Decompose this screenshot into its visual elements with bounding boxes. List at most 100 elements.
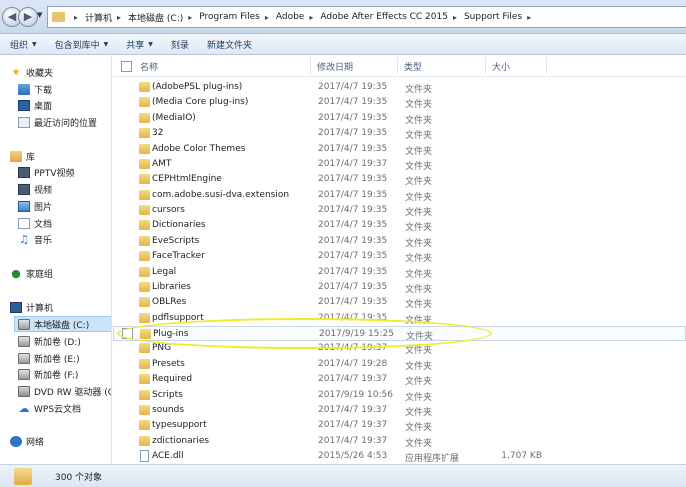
- file-row[interactable]: ACE.dll 2015/5/26 4:53 应用程序扩展 1,707 KB: [113, 449, 686, 464]
- file-row[interactable]: pdflsupport 2017/4/7 19:35 文件夹: [113, 311, 686, 326]
- nav-pptv[interactable]: PPTV视频: [18, 164, 111, 180]
- file-row[interactable]: Adobe Color Themes 2017/4/7 19:35 文件夹: [113, 142, 686, 157]
- organize-button[interactable]: 组织 ▼: [10, 38, 37, 51]
- chevron-right-icon[interactable]: ▸: [117, 13, 121, 22]
- forward-button[interactable]: ▶: [18, 7, 38, 27]
- file-name: FaceTracker: [152, 251, 205, 262]
- file-date: 2017/4/7 19:35: [318, 82, 388, 92]
- file-row[interactable]: Legal 2017/4/7 19:35 文件夹: [113, 265, 686, 280]
- select-all-checkbox[interactable]: [121, 61, 132, 72]
- file-date: 2017/4/7 19:35: [318, 112, 388, 123]
- nav-wps-cloud[interactable]: ☁ WPS云文档: [18, 400, 111, 416]
- chevron-right-icon[interactable]: ▸: [265, 13, 269, 22]
- file-row[interactable]: com.adobe.susi-dva.extension 2017/4/7 19:…: [113, 188, 686, 203]
- nav-drive-c[interactable]: 本地磁盘 (C:): [14, 316, 111, 332]
- column-divider[interactable]: [397, 57, 398, 74]
- column-header-size[interactable]: 大小: [492, 60, 510, 73]
- organize-label: 组织: [10, 40, 29, 51]
- chevron-down-icon: ▼: [103, 40, 109, 48]
- breadcrumb-item[interactable]: Adobe ▸: [276, 12, 320, 22]
- nav-drive-e[interactable]: 新加卷 (E:): [18, 350, 111, 366]
- folder-icon: [139, 112, 150, 123]
- nav-documents[interactable]: 文档: [18, 215, 111, 231]
- row-checkbox[interactable]: [122, 328, 133, 340]
- new-folder-label: 新建文件夹: [206, 40, 252, 51]
- column-divider[interactable]: [546, 57, 547, 74]
- file-row[interactable]: Scripts 2017/9/19 10:56 文件夹: [113, 388, 686, 403]
- new-folder-button[interactable]: 新建文件夹: [207, 38, 252, 51]
- file-row[interactable]: (AdobePSL plug-ins) 2017/4/7 19:35 文件夹: [113, 80, 686, 95]
- folder-icon: [139, 82, 150, 92]
- file-row[interactable]: typesupport 2017/4/7 19:37 文件夹: [113, 418, 686, 433]
- file-row[interactable]: PNG 2017/4/7 19:37 文件夹: [113, 341, 686, 356]
- nav-videos[interactable]: 视频: [18, 181, 111, 197]
- file-row[interactable]: (Media Core plug-ins) 2017/4/7 19:35 文件夹: [113, 95, 686, 110]
- navigation-pane: ★ 收藏夹 下载 桌面 最近访问的位置 库 PPTV视频 视频 图片 文档 ♫ 音乐…: [0, 55, 112, 464]
- include-in-library-button[interactable]: 包含到库中 ▼: [55, 38, 109, 51]
- chevron-right-icon[interactable]: ▸: [188, 13, 192, 22]
- file-row[interactable]: zdictionaries 2017/4/7 19:37 文件夹: [113, 434, 686, 449]
- breadcrumb-item[interactable]: Support Files ▸: [464, 12, 538, 22]
- file-type: 文件夹: [405, 238, 433, 249]
- nav-drive-d[interactable]: 新加卷 (D:): [18, 333, 111, 349]
- file-row[interactable]: Presets 2017/4/7 19:28 文件夹: [113, 357, 686, 372]
- nav-pictures[interactable]: 图片: [18, 198, 111, 214]
- nav-label: 计算机: [26, 303, 54, 314]
- column-divider[interactable]: [485, 57, 486, 74]
- library-icon: [10, 150, 22, 162]
- chevron-right-icon: ▸: [74, 12, 79, 22]
- file-row[interactable]: cursors 2017/4/7 19:35 文件夹: [113, 203, 686, 218]
- file-row[interactable]: Dictionaries 2017/4/7 19:35 文件夹: [113, 218, 686, 233]
- file-row[interactable]: 32 2017/4/7 19:35 文件夹: [113, 126, 686, 141]
- recent-places-icon: [18, 116, 30, 128]
- file-row[interactable]: Required 2017/4/7 19:37 文件夹: [113, 372, 686, 387]
- nav-homegroup[interactable]: ● 家庭组: [10, 265, 111, 281]
- nav-drive-f[interactable]: 新加卷 (F:): [18, 366, 111, 382]
- recent-pages-dropdown[interactable]: ▼: [37, 11, 42, 19]
- file-name: (Media Core plug-ins): [152, 97, 249, 108]
- column-header-type[interactable]: 类型: [404, 60, 422, 73]
- file-row[interactable]: Plug-ins 2017/9/19 15:25 文件夹: [113, 326, 686, 342]
- item-count: 300 个对象: [55, 473, 103, 483]
- nav-desktop[interactable]: 桌面: [18, 97, 111, 113]
- burn-button[interactable]: 刻录: [171, 38, 189, 51]
- nav-dvd-drive[interactable]: DVD RW 驱动器 (G: [18, 383, 111, 399]
- breadcrumb-item[interactable]: Program Files ▸: [199, 12, 276, 22]
- chevron-right-icon[interactable]: ▸: [527, 13, 531, 22]
- file-row[interactable]: (MediaIO) 2017/4/7 19:35 文件夹: [113, 111, 686, 126]
- forward-arrow-icon: ▶: [23, 10, 33, 23]
- nav-music[interactable]: ♫ 音乐: [18, 231, 111, 247]
- column-divider[interactable]: [310, 57, 311, 74]
- file-type: 文件夹: [405, 161, 433, 172]
- file-row[interactable]: EveScripts 2017/4/7 19:35 文件夹: [113, 234, 686, 249]
- file-name: AMT: [152, 158, 172, 169]
- folder-icon: [139, 97, 150, 108]
- breadcrumb-item[interactable]: 本地磁盘 (C:) ▸: [128, 11, 199, 24]
- nav-downloads[interactable]: 下载: [18, 81, 111, 97]
- nav-label: PPTV视频: [34, 168, 75, 179]
- nav-libraries[interactable]: 库: [10, 148, 111, 164]
- file-row[interactable]: FaceTracker 2017/4/7 19:35 文件夹: [113, 249, 686, 264]
- breadcrumb-item[interactable]: 计算机 ▸: [85, 11, 128, 24]
- nav-recent-places[interactable]: 最近访问的位置: [18, 114, 111, 130]
- share-button[interactable]: 共享 ▼: [126, 38, 153, 51]
- chevron-right-icon[interactable]: ▸: [453, 13, 457, 22]
- file-row[interactable]: AMT 2017/4/7 19:37 文件夹: [113, 157, 686, 172]
- breadcrumb-root[interactable]: ▸: [69, 13, 85, 22]
- column-header-date[interactable]: 修改日期: [317, 60, 353, 73]
- nav-label: 网络: [26, 437, 45, 448]
- nav-computer[interactable]: 计算机: [10, 299, 111, 315]
- breadcrumb-item[interactable]: Adobe After Effects CC 2015 ▸: [320, 12, 464, 22]
- nav-favorites[interactable]: ★ 收藏夹: [10, 64, 111, 80]
- address-field[interactable]: ▸ 计算机 ▸ 本地磁盘 (C:) ▸ Program Files ▸ Adobe ▸ Adob…: [47, 6, 686, 28]
- file-type: 文件夹: [405, 85, 433, 95]
- file-type: 文件夹: [405, 346, 433, 357]
- chevron-right-icon[interactable]: ▸: [309, 13, 313, 22]
- column-header-name[interactable]: 名称: [140, 60, 158, 73]
- file-row[interactable]: Libraries 2017/4/7 19:35 文件夹: [113, 280, 686, 295]
- file-row[interactable]: OBLRes 2017/4/7 19:35 文件夹: [113, 295, 686, 310]
- file-row[interactable]: CEPHtmlEngine 2017/4/7 19:35 文件夹: [113, 172, 686, 187]
- file-row[interactable]: sounds 2017/4/7 19:37 文件夹: [113, 403, 686, 418]
- nav-network[interactable]: 网络: [10, 433, 111, 449]
- file-date: 2017/4/7 19:35: [318, 266, 388, 277]
